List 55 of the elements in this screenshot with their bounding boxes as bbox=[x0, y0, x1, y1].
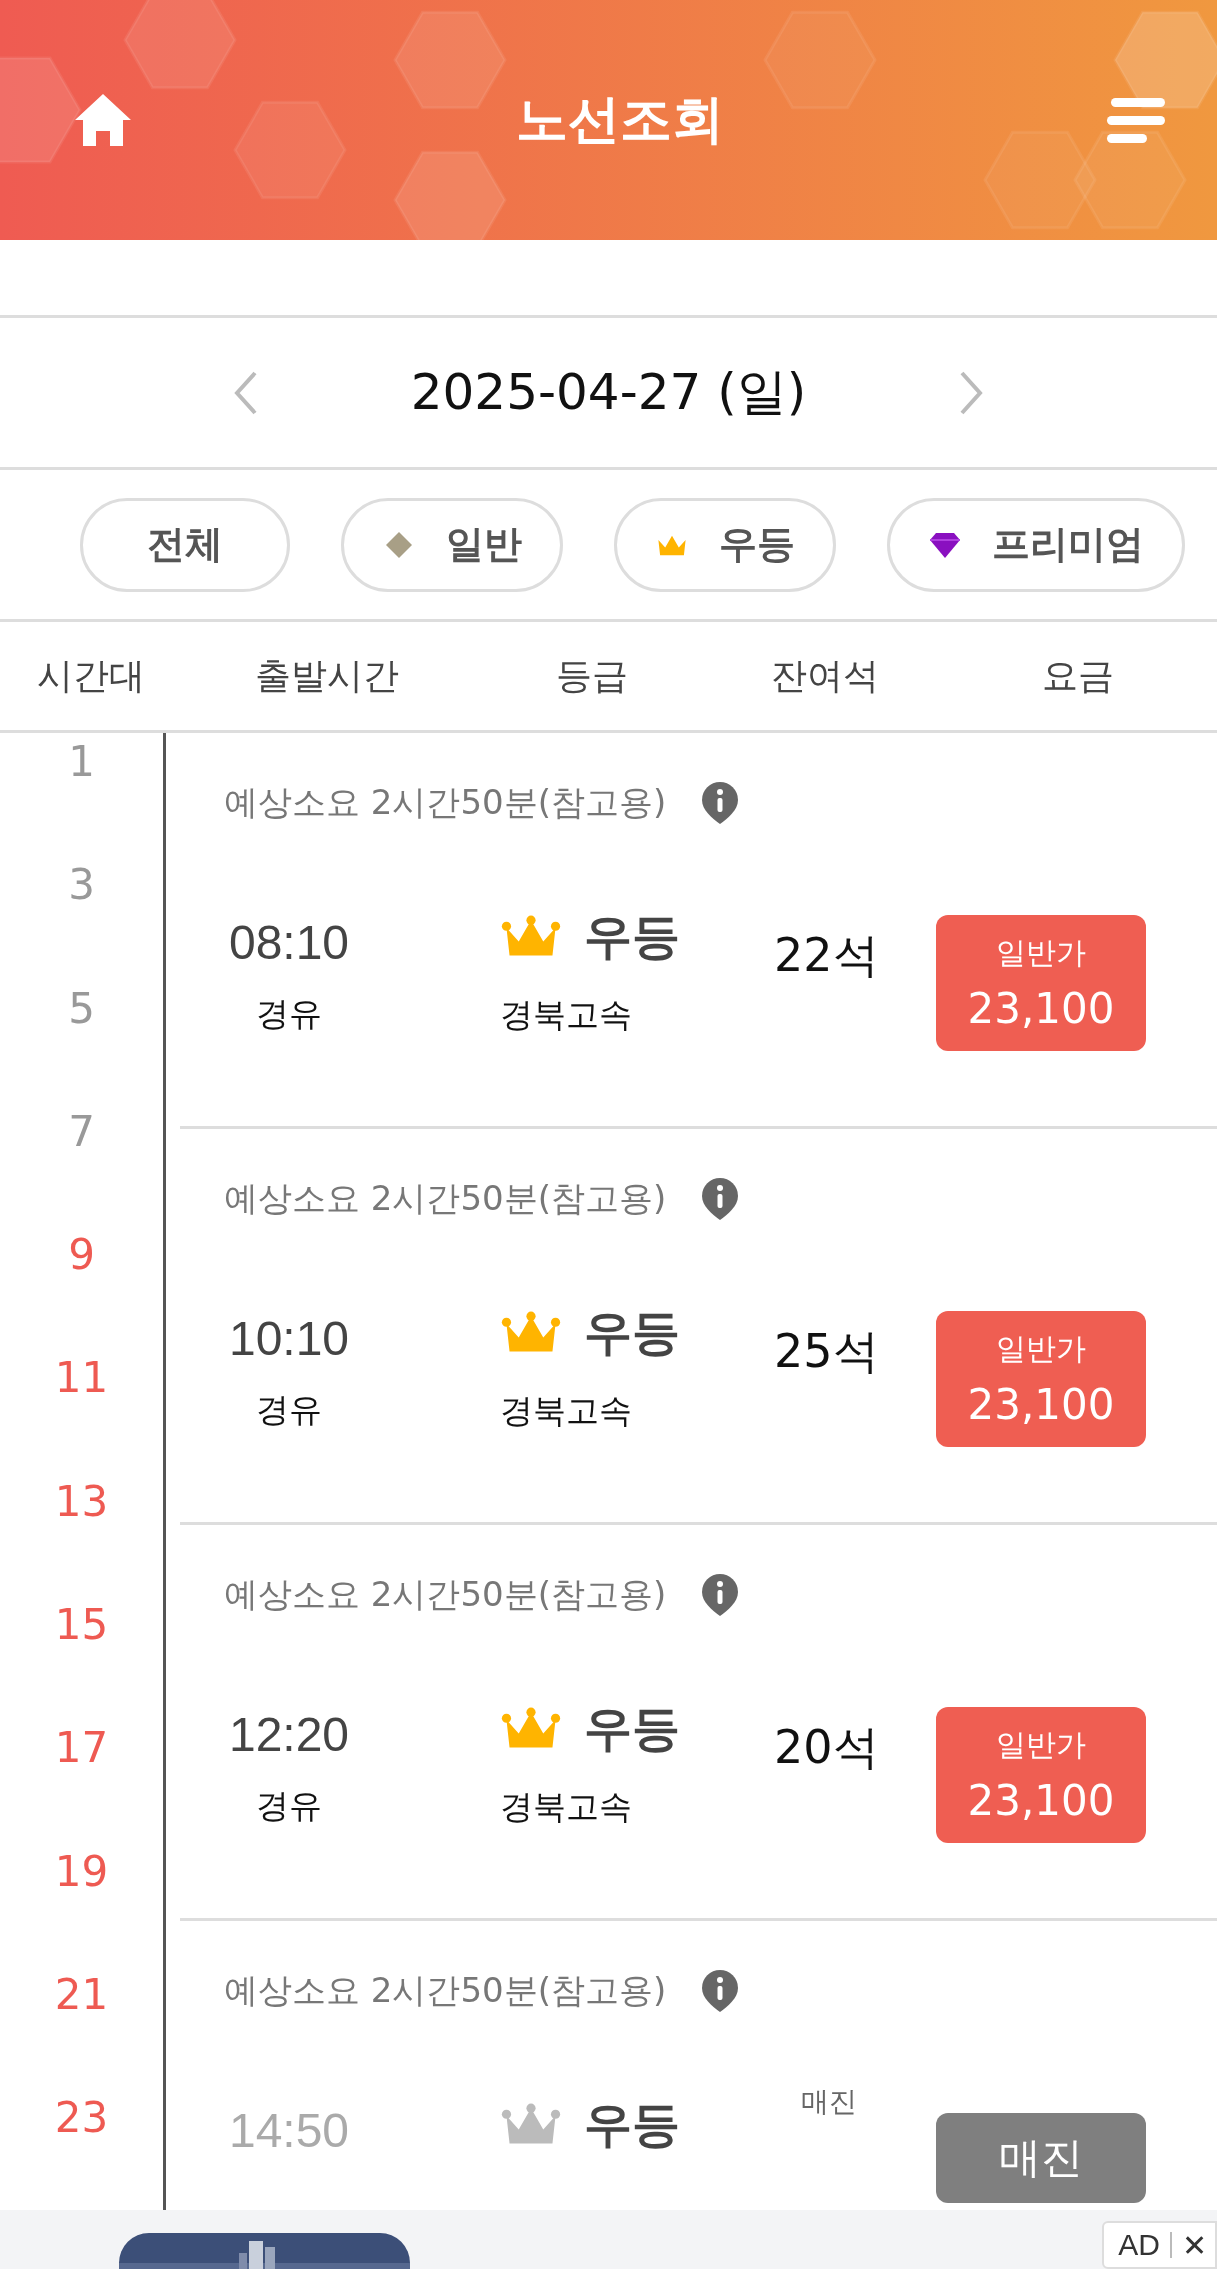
grade-filter[interactable]: 프리미엄 bbox=[887, 497, 1185, 592]
departure-time: 12:20 bbox=[228, 1707, 350, 1762]
page-title: 노선조회 bbox=[515, 88, 724, 151]
fare-button[interactable]: 일반가 23,100 bbox=[936, 1707, 1146, 1843]
hour-mark[interactable]: 9 bbox=[68, 1230, 95, 1280]
grade-label: 우등 bbox=[584, 1303, 680, 1362]
departure-time: 14:50 bbox=[228, 2103, 350, 2158]
seats-left: 20석 bbox=[774, 1719, 880, 1776]
hour-mark[interactable]: 3 bbox=[68, 860, 95, 910]
seats-left: 25석 bbox=[774, 1323, 880, 1380]
column-header: 시간대 bbox=[36, 653, 146, 698]
ad-label: AD bbox=[1118, 2228, 1160, 2262]
info-icon[interactable] bbox=[700, 1176, 741, 1222]
seats-left: 22석 bbox=[774, 927, 880, 984]
duration-text: 예상소요 2시간50분(참고용) bbox=[224, 1573, 667, 1616]
via-label: 경유 bbox=[256, 993, 322, 1035]
company-name: 경북고속 bbox=[500, 1786, 633, 1828]
hour-mark[interactable]: 11 bbox=[54, 1353, 109, 1403]
column-header: 요금 bbox=[1040, 653, 1115, 698]
hour-mark[interactable]: 15 bbox=[54, 1600, 109, 1650]
hour-mark[interactable]: 19 bbox=[54, 1846, 109, 1896]
grade-label: 우등 bbox=[584, 2095, 680, 2154]
seats-left: 매진 bbox=[800, 2084, 858, 2120]
hour-mark[interactable]: 1 bbox=[68, 737, 95, 786]
departure-time: 08:10 bbox=[228, 915, 350, 970]
column-header: 출발시간 bbox=[254, 653, 400, 698]
duration-text: 예상소요 2시간50분(참고용) bbox=[224, 781, 667, 824]
duration-text: 예상소요 2시간50분(참고용) bbox=[224, 1177, 667, 1220]
column-header: 잔여석 bbox=[770, 653, 880, 698]
departure-time: 10:10 bbox=[228, 1311, 350, 1366]
company-name: 경북고속 bbox=[500, 1390, 633, 1432]
grade-filter[interactable]: 일반 bbox=[341, 497, 563, 592]
selected-date: 2025-04-27 (일) bbox=[410, 362, 807, 423]
hour-mark[interactable]: 7 bbox=[68, 1106, 95, 1156]
sold-out-button[interactable]: 매진 bbox=[936, 2113, 1146, 2203]
column-header: 등급 bbox=[555, 653, 629, 698]
info-icon[interactable] bbox=[700, 1572, 741, 1618]
duration-text: 예상소요 2시간50분(참고용) bbox=[224, 1969, 667, 2012]
via-label: 경유 bbox=[256, 1785, 322, 1827]
company-name: 경북고속 bbox=[500, 994, 633, 1036]
close-ad-button[interactable]: ✕ bbox=[1182, 2227, 1207, 2263]
grade-label: 우등 bbox=[584, 1699, 680, 1758]
hour-mark[interactable]: 13 bbox=[54, 1476, 109, 1526]
fare-button[interactable]: 일반가 23,100 bbox=[936, 915, 1146, 1051]
hour-mark[interactable]: 21 bbox=[54, 1969, 109, 2019]
info-icon[interactable] bbox=[700, 1968, 741, 2014]
grade-filter[interactable]: 우등 bbox=[614, 497, 836, 592]
hour-mark[interactable]: 23 bbox=[54, 2093, 109, 2143]
info-icon[interactable] bbox=[700, 780, 741, 826]
via-label: 경유 bbox=[256, 1389, 322, 1431]
hour-mark[interactable]: 17 bbox=[54, 1723, 109, 1773]
grade-filter[interactable]: 전체 bbox=[80, 497, 290, 592]
grade-label: 우등 bbox=[584, 907, 680, 966]
hour-mark[interactable]: 5 bbox=[68, 983, 95, 1033]
fare-button[interactable]: 일반가 23,100 bbox=[936, 1311, 1146, 1447]
